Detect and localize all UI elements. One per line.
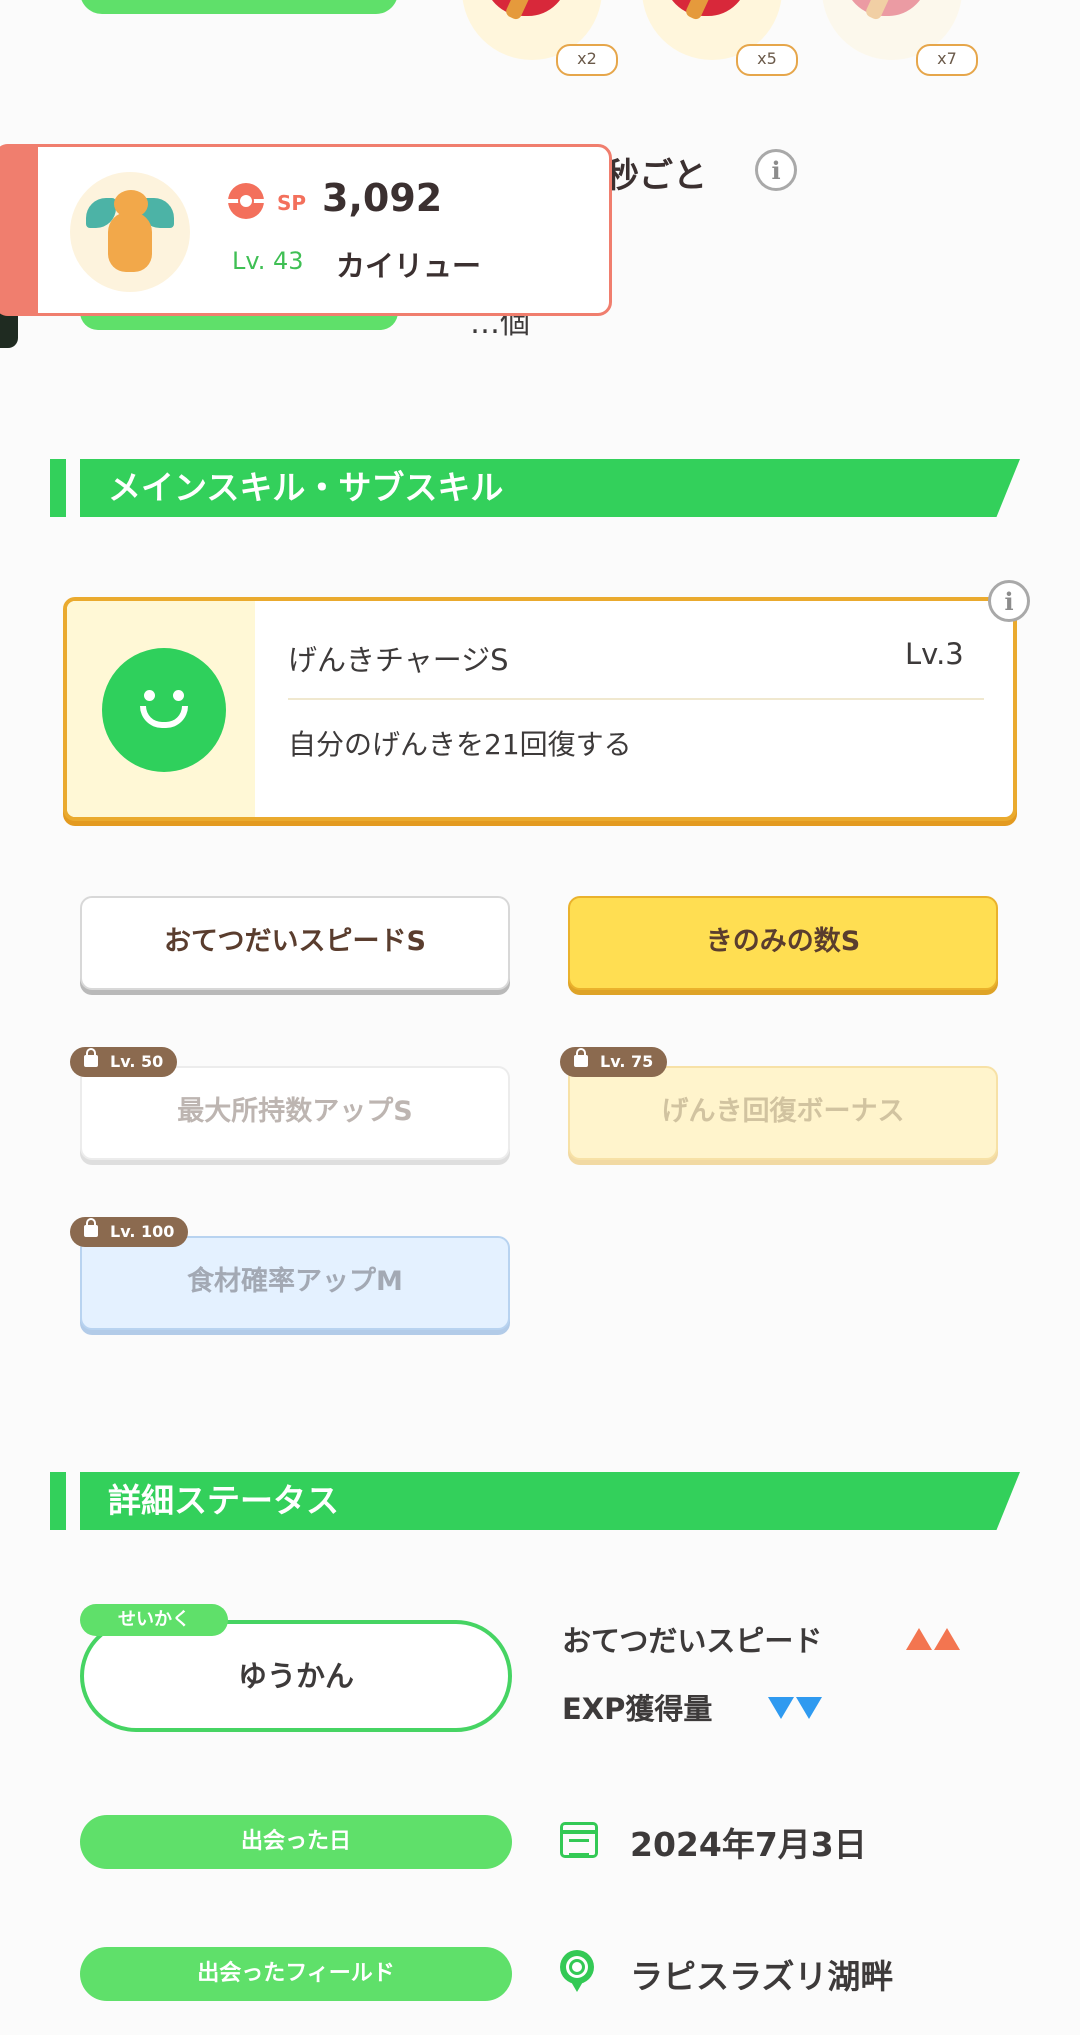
met-date-value: 2024年7月3日 (630, 1825, 867, 1864)
section-title-status: 詳細ステータス (108, 1481, 339, 1520)
lock-badge: Lv. 75 (560, 1047, 668, 1077)
multiplier-badge: x5 (736, 44, 798, 76)
nature-down-effect: EXP獲得量 (562, 1692, 713, 1726)
popup-accent (0, 147, 38, 313)
up-arrow-icon (906, 1628, 932, 1650)
section-bar (50, 1472, 66, 1530)
nature-tag: せいかく (80, 1604, 228, 1636)
met-field-value: ラピスラズリ湖畔 (630, 1957, 894, 1996)
main-skill-description: 自分のげんきを21回復する (288, 728, 632, 761)
down-arrow-icon (768, 1697, 794, 1719)
divider (288, 698, 984, 700)
smile-icon (102, 648, 226, 772)
met-field-label: 出会ったフィールド (80, 1947, 512, 2001)
subskill-energy-recovery-bonus[interactable]: げんき回復ボーナス (568, 1066, 998, 1160)
pokemon-name: カイリュー (336, 249, 482, 283)
multiplier-badge: x7 (916, 44, 978, 76)
pokemon-level: Lv. 43 (232, 247, 304, 275)
subskill-berry-count-s[interactable]: きのみの数S (568, 896, 998, 990)
subskill-inventory-up-s[interactable]: 最大所持数アップS (80, 1066, 510, 1160)
down-arrow-icon (796, 1697, 822, 1719)
main-skill-name: げんきチャージS (288, 643, 509, 677)
section-bar (50, 459, 66, 517)
location-pin-icon (560, 1950, 594, 1992)
section-title-skills: メインスキル・サブスキル (108, 468, 504, 507)
sp-value: 3,092 (322, 176, 443, 220)
lock-icon (84, 1048, 98, 1067)
subskill-ingredient-finder-m[interactable]: 食材確率アップM (80, 1236, 510, 1330)
sp-label: SP (277, 191, 307, 215)
main-skill-level: Lv.3 (905, 637, 964, 671)
up-arrow-icon (934, 1628, 960, 1650)
lock-icon (84, 1218, 98, 1237)
met-date-label: 出会った日 (80, 1815, 512, 1869)
nature-value[interactable]: ゆうかん (80, 1620, 512, 1732)
calendar-icon (560, 1822, 598, 1858)
top-green-pill (80, 0, 398, 14)
interval-text: 秒ごと (605, 156, 707, 196)
subskill-helping-speed-s[interactable]: おてつだいスピードS (80, 896, 510, 990)
pokeball-icon (228, 183, 264, 219)
multiplier-badge: x2 (556, 44, 618, 76)
lock-icon (574, 1048, 588, 1067)
dragonite-avatar-icon (70, 172, 190, 292)
info-icon[interactable]: i (988, 580, 1030, 622)
lock-badge: Lv. 100 (70, 1217, 189, 1247)
lock-badge: Lv. 50 (70, 1047, 178, 1077)
nature-up-effect: おてつだいスピード (562, 1624, 823, 1658)
info-icon[interactable]: i (755, 149, 797, 191)
